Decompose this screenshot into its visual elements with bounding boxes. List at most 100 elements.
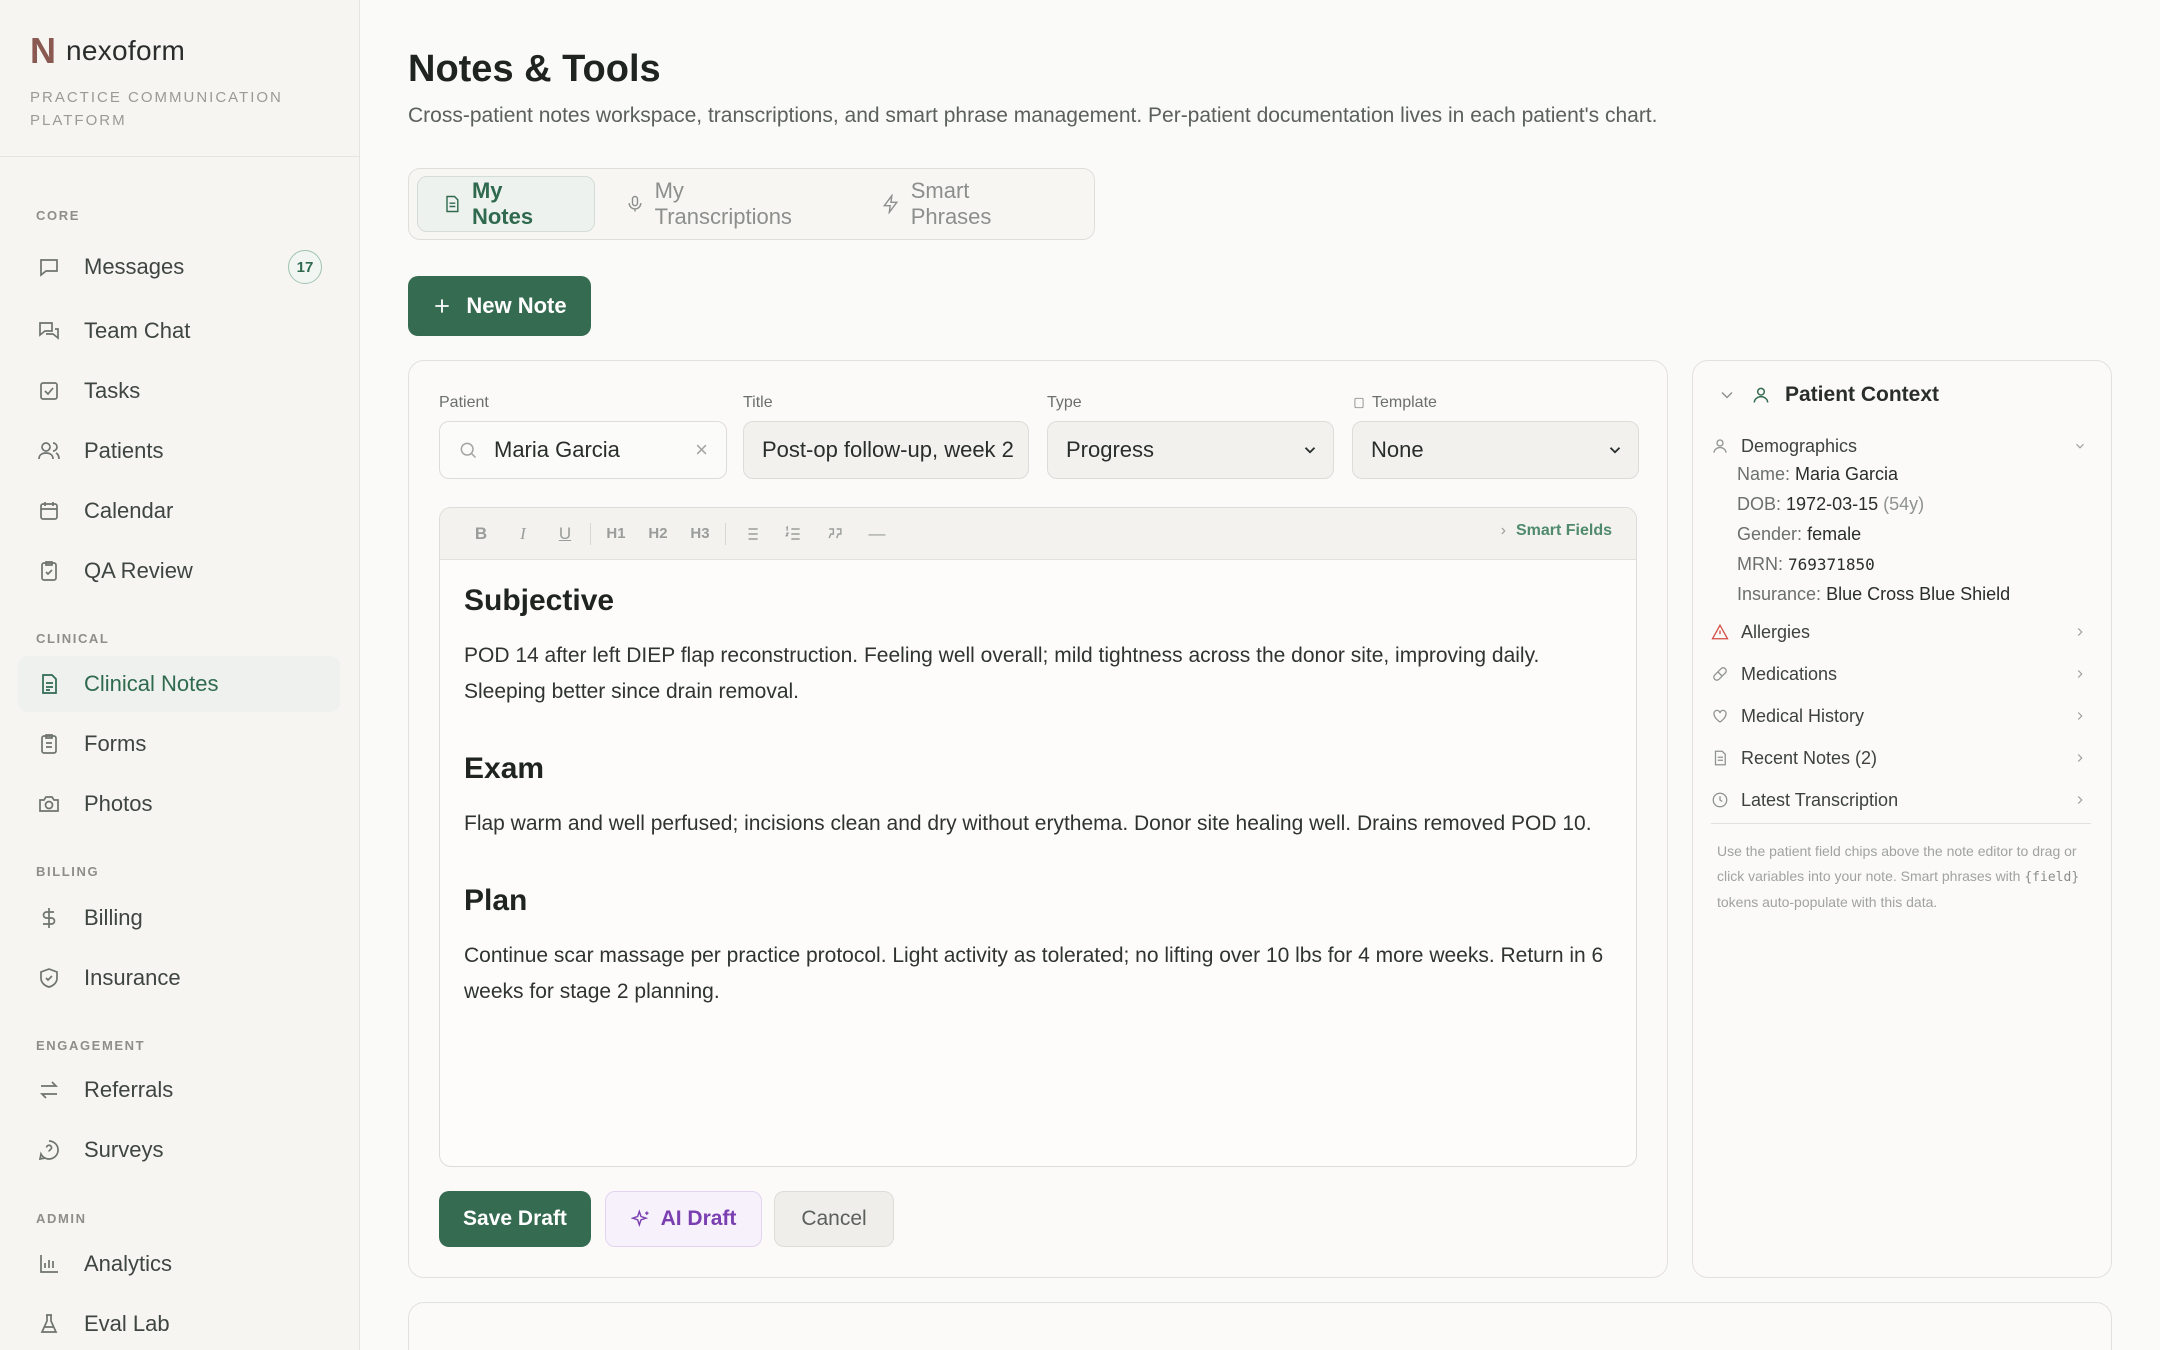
sidebar-item-qa-review[interactable]: QA Review bbox=[18, 543, 340, 599]
camera-icon bbox=[36, 791, 62, 817]
template-select[interactable]: None bbox=[1352, 421, 1639, 479]
tab-my-transcriptions[interactable]: My Transcriptions bbox=[601, 176, 851, 232]
tab-my-notes[interactable]: My Notes bbox=[417, 176, 595, 232]
brand-name[interactable]: nexoform bbox=[66, 35, 185, 67]
italic-button[interactable]: I bbox=[502, 517, 544, 551]
help-circle-icon bbox=[36, 1137, 62, 1163]
medical-history-row[interactable]: Medical History bbox=[1711, 699, 2091, 733]
message-icon bbox=[36, 254, 62, 280]
sidebar-item-insurance[interactable]: Insurance bbox=[18, 950, 340, 1006]
file-text-icon bbox=[446, 195, 459, 213]
latest-transcription-row[interactable]: Latest Transcription bbox=[1711, 783, 2091, 817]
chevron-down-icon bbox=[1304, 447, 1316, 454]
clipboard-check-icon bbox=[36, 558, 62, 584]
users-icon bbox=[36, 438, 62, 464]
sidebar: N nexoform PRACTICE COMMUNICATION PLATFO… bbox=[0, 0, 360, 1350]
page-title: Notes & Tools bbox=[408, 48, 661, 90]
brand-logo[interactable]: N bbox=[30, 30, 56, 72]
patient-search-input[interactable]: Maria Garcia × bbox=[439, 421, 727, 479]
sidebar-item-label: Team Chat bbox=[84, 318, 191, 343]
quote-button[interactable] bbox=[814, 517, 856, 551]
brand: N nexoform PRACTICE COMMUNICATION PLATFO… bbox=[0, 0, 359, 157]
editor-toolbar: B I U H1 H2 H3 — › Smart Fields bbox=[440, 508, 1636, 560]
plus-icon bbox=[435, 299, 450, 313]
sidebar-item-label: Surveys bbox=[84, 1137, 164, 1162]
chevron-right-icon: › bbox=[1500, 522, 1506, 539]
horizontal-rule-button[interactable]: — bbox=[856, 517, 898, 551]
sidebar-item-label: Clinical Notes bbox=[84, 671, 219, 696]
file-text-icon bbox=[36, 671, 62, 697]
sidebar-item-eval-lab[interactable]: Eval Lab bbox=[18, 1296, 340, 1350]
sidebar-item-forms[interactable]: Forms bbox=[18, 716, 340, 772]
title-input[interactable]: Post-op follow-up, week 2 bbox=[743, 421, 1029, 479]
clipboard-icon bbox=[36, 731, 62, 757]
sidebar-item-team-chat[interactable]: Team Chat bbox=[18, 303, 340, 359]
heading3-button[interactable]: H3 bbox=[679, 517, 721, 551]
tab-label: My Transcriptions bbox=[654, 178, 792, 229]
heading2-button[interactable]: H2 bbox=[637, 517, 679, 551]
allergies-row[interactable]: Allergies bbox=[1711, 615, 2091, 649]
nav-section-clinical: CLINICAL bbox=[36, 631, 110, 646]
new-note-label: New Note bbox=[466, 293, 567, 318]
numbered-list-icon bbox=[785, 525, 800, 540]
section-body-exam: Flap warm and well perfused; incisions c… bbox=[464, 812, 1592, 835]
numbered-list-button[interactable] bbox=[772, 517, 814, 551]
sidebar-item-clinical-notes[interactable]: Clinical Notes bbox=[18, 656, 340, 712]
arrows-icon bbox=[36, 1077, 62, 1103]
bullet-list-icon bbox=[744, 527, 758, 540]
sidebar-item-patients[interactable]: Patients bbox=[18, 423, 340, 479]
ai-draft-button[interactable]: AI Draft bbox=[605, 1191, 762, 1247]
smart-fields-toggle[interactable]: › Smart Fields bbox=[1501, 522, 1612, 540]
template-label-text: Template bbox=[1372, 394, 1437, 411]
quote-icon bbox=[828, 527, 842, 538]
sidebar-item-referrals[interactable]: Referrals bbox=[18, 1062, 340, 1118]
clear-icon[interactable]: × bbox=[695, 437, 708, 463]
ai-draft-label: AI Draft bbox=[660, 1207, 737, 1230]
chat-icon bbox=[36, 318, 62, 344]
sidebar-item-label: Insurance bbox=[84, 965, 181, 990]
medications-row[interactable]: Medications bbox=[1711, 657, 2091, 691]
tab-smart-phrases[interactable]: Smart Phrases bbox=[857, 176, 1080, 232]
field-token: {field} bbox=[2024, 870, 2080, 885]
new-note-button[interactable]: New Note bbox=[408, 276, 591, 336]
sidebar-item-photos[interactable]: Photos bbox=[18, 776, 340, 832]
brand-tagline: PRACTICE COMMUNICATION PLATFORM bbox=[30, 89, 283, 129]
demographics-dob: DOB: 1972-03-15 (54y) bbox=[1737, 494, 1925, 514]
patient-context-header[interactable]: Patient Context bbox=[1717, 383, 1939, 407]
recent-notes-row[interactable]: Recent Notes (2) bbox=[1711, 741, 2091, 775]
demographics-name: Name: Maria Garcia bbox=[1737, 464, 1899, 484]
save-draft-button[interactable]: Save Draft bbox=[439, 1191, 591, 1247]
toolbar-divider bbox=[725, 522, 726, 545]
sidebar-item-label: Messages bbox=[84, 254, 185, 279]
sidebar-item-surveys[interactable]: Surveys bbox=[18, 1122, 340, 1178]
rich-text-editor[interactable]: B I U H1 H2 H3 — › Smart Fields Subjecti… bbox=[439, 507, 1637, 1167]
dollar-icon bbox=[36, 905, 62, 931]
cancel-button[interactable]: Cancel bbox=[774, 1191, 894, 1247]
sidebar-item-billing[interactable]: Billing bbox=[18, 890, 340, 946]
demographics-mrn: MRN: 769371850 bbox=[1737, 554, 1875, 574]
note-content[interactable]: Subjective POD 14 after left DIEP flap r… bbox=[440, 560, 1636, 1072]
warning-triangle-icon bbox=[1711, 623, 1729, 640]
section-heading-plan: Plan bbox=[464, 884, 528, 917]
type-select[interactable]: Progress bbox=[1047, 421, 1334, 479]
heading1-button[interactable]: H1 bbox=[595, 517, 637, 551]
underline-button[interactable]: U bbox=[544, 517, 586, 551]
sidebar-item-label: Analytics bbox=[84, 1251, 173, 1276]
sidebar-item-messages[interactable]: Messages 17 bbox=[18, 239, 340, 295]
bold-button[interactable]: B bbox=[460, 517, 502, 551]
sidebar-item-label: QA Review bbox=[84, 558, 193, 583]
file-text-icon bbox=[1714, 750, 1726, 766]
demographics-toggle[interactable]: Demographics bbox=[1711, 429, 2091, 463]
template-value: None bbox=[1371, 437, 1424, 462]
sidebar-item-analytics[interactable]: Analytics bbox=[18, 1236, 340, 1292]
note-editor-card: Patient Maria Garcia × Title Post-op fol… bbox=[408, 360, 1668, 1278]
nav-section-billing: BILLING bbox=[36, 864, 100, 879]
bar-chart-icon bbox=[36, 1251, 62, 1277]
patient-value: Maria Garcia bbox=[494, 437, 620, 462]
bullet-list-button[interactable] bbox=[730, 517, 772, 551]
section-body-plan: Continue scar massage per practice proto… bbox=[464, 944, 1604, 1003]
flask-icon bbox=[36, 1311, 62, 1337]
sidebar-item-tasks[interactable]: Tasks bbox=[18, 363, 340, 419]
divider bbox=[1711, 823, 2091, 824]
sidebar-item-calendar[interactable]: Calendar bbox=[18, 483, 340, 539]
